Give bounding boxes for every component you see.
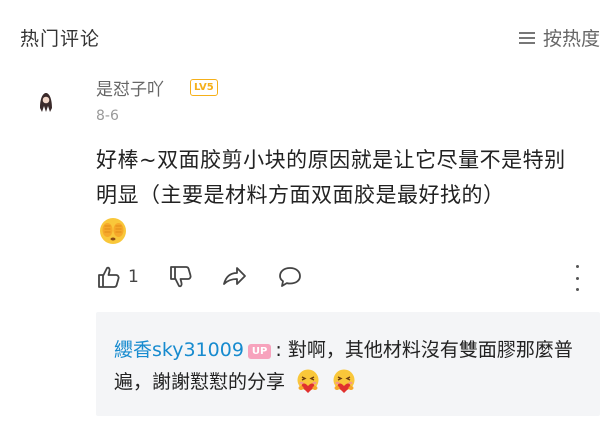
up-badge: UP (247, 344, 272, 359)
like-count: 1 (128, 267, 139, 287)
heart-hug-emoji (331, 368, 357, 394)
sort-icon (517, 30, 537, 46)
level-badge: LV5 (190, 79, 218, 96)
reply-button[interactable] (276, 264, 304, 290)
share-icon (223, 267, 246, 285)
comment-username[interactable]: 是怼子吖 (96, 75, 164, 100)
heart-hug-emoji (295, 368, 321, 394)
reply-text-line: 纓香sky31009 UP: 對啊，其他材料沒有雙面膠那麼普遍，謝謝懟懟的分享 (114, 334, 594, 398)
share-button[interactable] (220, 264, 248, 290)
thumbs-up-icon (98, 266, 120, 288)
avatar[interactable] (30, 86, 62, 118)
comment-content: 好棒~双面胶剪小块的原因就是让它尽量不是特别明显（主要是材料方面双面胶是最好找的… (96, 148, 566, 207)
thumbs-down-icon (170, 266, 192, 288)
like-button[interactable]: 1 (96, 264, 139, 290)
section-title: 热门评论 (20, 28, 101, 50)
reply-box[interactable]: 纓香sky31009 UP: 對啊，其他材料沒有雙面膠那麼普遍，謝謝懟懟的分享 (96, 312, 600, 416)
dislike-button[interactable] (168, 264, 194, 290)
reply-separator: : (275, 339, 282, 361)
hot-comments-page: 热门评论 按热度 是怼子吖 LV5 8-6 好棒~双面胶剪小块的原因就是让它尽量… (0, 0, 600, 431)
more-options-icon[interactable] (572, 265, 582, 291)
covering-face-emoji (98, 216, 128, 246)
sort-by-hotness-button[interactable]: 按热度 (517, 24, 600, 51)
sort-label: 按热度 (542, 28, 600, 50)
comment-date: 8-6 (96, 108, 119, 124)
comment-bubble-icon (279, 267, 301, 287)
reply-username[interactable]: 纓香sky31009 (114, 339, 244, 361)
avatar-image (30, 86, 62, 118)
